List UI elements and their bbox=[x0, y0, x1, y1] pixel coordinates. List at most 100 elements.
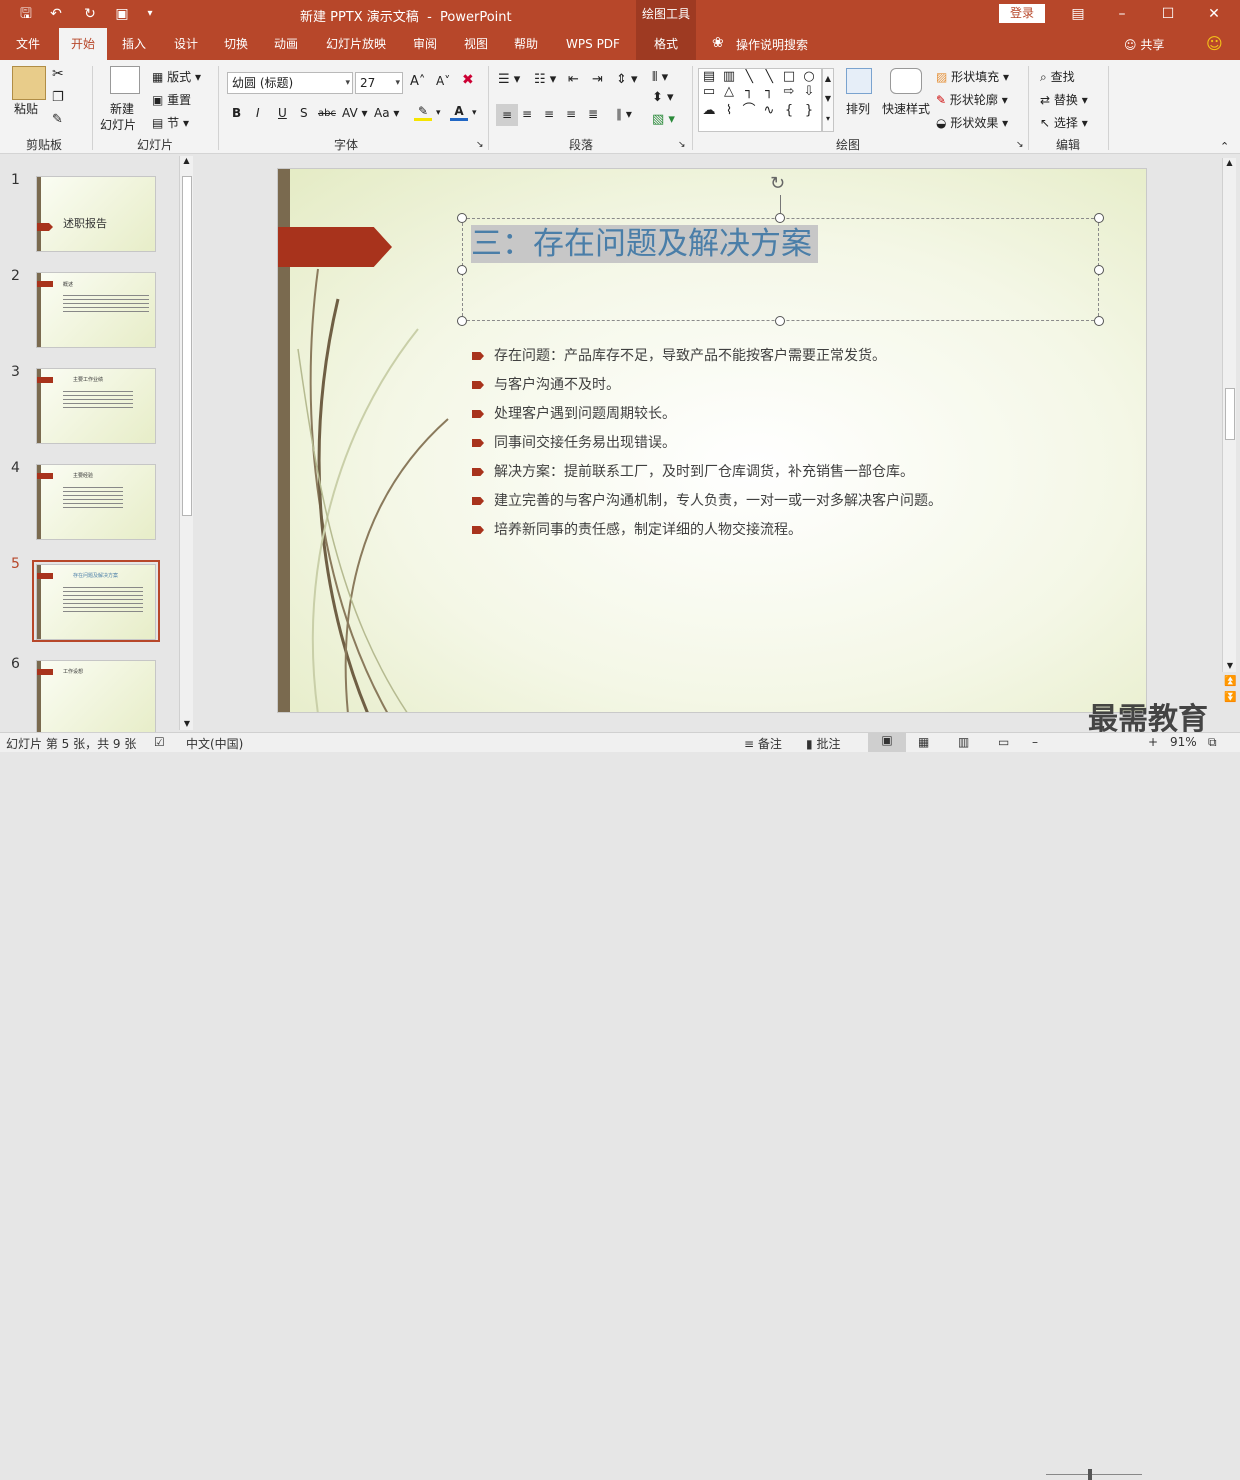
char-spacing-icon[interactable]: AV ▾ bbox=[342, 106, 368, 120]
bold-icon[interactable]: B bbox=[232, 106, 241, 120]
quick-styles-button[interactable]: 快速样式 bbox=[882, 100, 930, 117]
spellcheck-icon[interactable]: ☑ bbox=[154, 735, 165, 749]
current-slide[interactable]: 三：存在问题及解决方案 ↻ 存在问题：产品库存不足，导致产品不能按客户需要正常发… bbox=[277, 168, 1147, 713]
tab-wps-pdf[interactable]: WPS PDF bbox=[558, 28, 628, 60]
slideshow-icon[interactable]: ▭ bbox=[998, 735, 1009, 749]
format-painter-icon[interactable]: ✎ bbox=[52, 112, 63, 127]
language-status[interactable]: 中文(中国) bbox=[186, 735, 243, 752]
arrange-icon[interactable] bbox=[846, 68, 872, 94]
tell-me-search[interactable]: 操作说明搜索 bbox=[736, 36, 808, 53]
scroll-down-icon[interactable]: ▼ bbox=[1223, 661, 1237, 670]
shape-outline-button[interactable]: ✎ 形状轮廓 ▾ bbox=[936, 91, 1008, 108]
font-name-select[interactable]: 幼圆 (标题) ▾ bbox=[227, 72, 353, 94]
resize-handle-left[interactable] bbox=[457, 265, 467, 275]
scroll-down-icon[interactable]: ▼ bbox=[180, 719, 194, 728]
ribbon-display-options-icon[interactable]: ▤ bbox=[1068, 4, 1088, 24]
shape-effects-button[interactable]: ◒ 形状效果 ▾ bbox=[936, 114, 1008, 131]
quick-styles-icon[interactable] bbox=[890, 68, 922, 94]
zoom-in-icon[interactable]: + bbox=[1148, 735, 1158, 749]
slide-thumbnail-3[interactable]: 主要工作业绩 bbox=[36, 368, 156, 444]
reading-view-icon[interactable]: ▥ bbox=[958, 735, 969, 749]
italic-icon[interactable]: I bbox=[256, 106, 260, 120]
align-text-icon[interactable]: ⬍ ▾ bbox=[652, 90, 674, 105]
font-size-select[interactable]: 27 ▾ bbox=[355, 72, 403, 94]
align-center-icon[interactable]: ≡ bbox=[522, 107, 532, 121]
fit-to-window-icon[interactable]: ⧉ bbox=[1208, 735, 1217, 750]
tab-insert[interactable]: 插入 bbox=[114, 28, 154, 60]
scroll-thumb[interactable] bbox=[1225, 388, 1235, 440]
select-button[interactable]: ↖ 选择 ▾ bbox=[1040, 114, 1088, 131]
tab-transitions[interactable]: 切换 bbox=[216, 28, 256, 60]
start-presentation-icon[interactable]: ▣ bbox=[112, 4, 132, 24]
slides-panel-scrollbar[interactable]: ▲ ▼ bbox=[179, 156, 193, 730]
text-direction-icon[interactable]: ⫴ ▾ bbox=[652, 70, 668, 85]
decrease-font-icon[interactable]: A˅ bbox=[436, 74, 450, 88]
replace-button[interactable]: ⇄ 替换 ▾ bbox=[1040, 91, 1088, 108]
tab-home[interactable]: 开始 bbox=[59, 28, 107, 60]
bullet-item[interactable]: 处理客户遇到问题周期较长。 bbox=[472, 403, 1072, 423]
font-dialog-launcher-icon[interactable]: ↘ bbox=[476, 140, 484, 150]
zoom-slider[interactable] bbox=[1046, 1474, 1142, 1475]
collapse-ribbon-icon[interactable]: ⌃ bbox=[1220, 140, 1229, 153]
maximize-icon[interactable]: ☐ bbox=[1158, 4, 1178, 24]
tab-format[interactable]: 格式 bbox=[636, 28, 696, 60]
change-case-button[interactable]: Aa ▾ bbox=[374, 106, 399, 120]
minimize-icon[interactable]: – bbox=[1112, 4, 1132, 24]
slide-thumbnail-6[interactable]: 工作设想 bbox=[36, 660, 156, 736]
login-button[interactable]: 登录 bbox=[999, 4, 1045, 23]
shapes-gallery-scroll[interactable]: ▲ ▼ ▾ bbox=[822, 68, 834, 132]
slide-title[interactable]: 三：存在问题及解决方案 bbox=[471, 225, 818, 263]
zoom-level[interactable]: 91% bbox=[1170, 735, 1197, 749]
slide-thumbnail-1[interactable]: 述职报告 bbox=[36, 176, 156, 252]
slide-thumbnail-2[interactable]: 概述 bbox=[36, 272, 156, 348]
increase-font-icon[interactable]: A˄ bbox=[410, 74, 425, 89]
bullet-item[interactable]: 解决方案：提前联系工厂，及时到厂仓库调货，补充销售一部仓库。 bbox=[472, 461, 1072, 481]
new-slide-icon[interactable] bbox=[110, 66, 140, 94]
rotate-handle-icon[interactable]: ↻ bbox=[770, 173, 785, 194]
resize-handle-bl[interactable] bbox=[457, 316, 467, 326]
strikethrough-icon[interactable]: abc bbox=[318, 108, 336, 119]
bullet-item[interactable]: 存在问题：产品库存不足，导致产品不能按客户需要正常发货。 bbox=[472, 345, 1072, 365]
undo-icon[interactable]: ↶ bbox=[46, 4, 66, 24]
clear-format-icon[interactable]: ✖ bbox=[462, 72, 474, 88]
resize-handle-bottom[interactable] bbox=[775, 316, 785, 326]
editor-scrollbar[interactable]: ▲ ▼ bbox=[1222, 158, 1236, 672]
tab-help[interactable]: 帮助 bbox=[506, 28, 546, 60]
tab-slideshow[interactable]: 幻灯片放映 bbox=[322, 28, 390, 60]
next-slide-icon[interactable]: ⏬ bbox=[1224, 692, 1236, 703]
arrange-button[interactable]: 排列 bbox=[846, 100, 870, 117]
comments-button[interactable]: ▮ 批注 bbox=[806, 735, 840, 752]
new-slide-button-line1[interactable]: 新建 bbox=[110, 100, 134, 117]
columns-icon[interactable]: ∥ ▾ bbox=[616, 107, 632, 121]
bullet-item[interactable]: 同事间交接任务易出现错误。 bbox=[472, 432, 1072, 452]
tab-animations[interactable]: 动画 bbox=[266, 28, 306, 60]
line-spacing-icon[interactable]: ⇕ ▾ bbox=[616, 72, 638, 87]
cut-icon[interactable]: ✂ bbox=[52, 66, 64, 82]
increase-indent-icon[interactable]: ⇥ bbox=[592, 72, 603, 87]
tab-file[interactable]: 文件 bbox=[8, 28, 48, 60]
section-button[interactable]: ▤ 节 ▾ bbox=[152, 114, 189, 131]
slide-thumbnail-5[interactable]: 存在问题及解决方案 bbox=[36, 564, 156, 640]
normal-view-icon[interactable]: ▣ bbox=[868, 733, 906, 752]
bullet-item[interactable]: 建立完善的与客户沟通机制，专人负责，一对一或一对多解决客户问题。 bbox=[472, 490, 1072, 510]
previous-slide-icon[interactable]: ⏫ bbox=[1224, 676, 1236, 687]
layout-button[interactable]: ▦ 版式 ▾ bbox=[152, 68, 201, 85]
resize-handle-tr[interactable] bbox=[1094, 213, 1104, 223]
zoom-out-icon[interactable]: – bbox=[1032, 735, 1038, 749]
notes-button[interactable]: ≡ 备注 bbox=[744, 735, 782, 752]
reset-button[interactable]: ▣ 重置 bbox=[152, 91, 191, 108]
numbering-icon[interactable]: ☷ ▾ bbox=[534, 72, 556, 87]
new-slide-button-line2[interactable]: 幻灯片 bbox=[100, 116, 136, 133]
highlight-color-icon[interactable]: ✎ bbox=[414, 104, 432, 121]
close-icon[interactable]: ✕ bbox=[1204, 4, 1224, 24]
copy-icon[interactable]: ❐ bbox=[52, 90, 64, 105]
bullet-item[interactable]: 与客户沟通不及时。 bbox=[472, 374, 1072, 394]
resize-handle-tl[interactable] bbox=[457, 213, 467, 223]
underline-icon[interactable]: U bbox=[278, 106, 287, 120]
resize-handle-right[interactable] bbox=[1094, 265, 1104, 275]
paste-icon[interactable] bbox=[12, 66, 46, 100]
redo-icon[interactable]: ↻ bbox=[80, 4, 100, 24]
tab-view[interactable]: 视图 bbox=[456, 28, 496, 60]
bullet-item[interactable]: 培养新同事的责任感，制定详细的人物交接流程。 bbox=[472, 519, 1072, 539]
bullets-icon[interactable]: ☰ ▾ bbox=[498, 72, 520, 87]
